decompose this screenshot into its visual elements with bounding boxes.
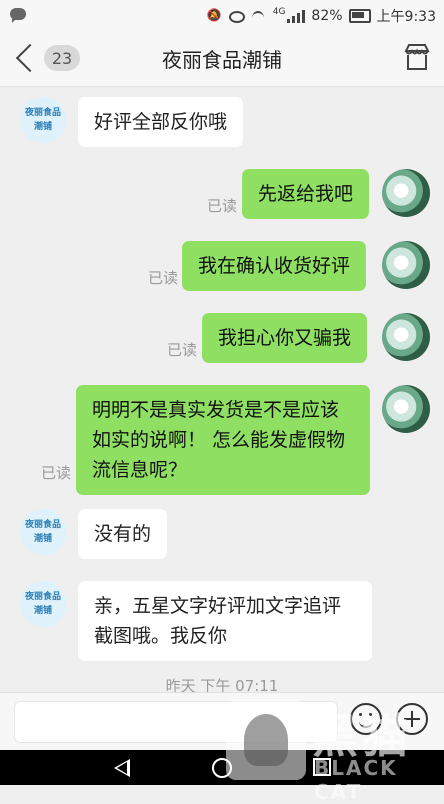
read-receipt: 已读: [41, 464, 72, 482]
status-bar: 4G 82% 上午9:33: [0, 0, 444, 30]
shop-avatar[interactable]: 夜丽食品潮铺: [20, 581, 66, 627]
message-input[interactable]: [14, 701, 338, 743]
clock: 上午9:33: [376, 9, 436, 25]
shop-avatar[interactable]: 夜丽食品潮铺: [20, 509, 66, 555]
user-avatar[interactable]: [382, 169, 430, 217]
store-icon[interactable]: [402, 42, 432, 72]
user-avatar[interactable]: [382, 241, 430, 289]
read-receipt: 已读: [207, 197, 238, 215]
read-receipt: 已读: [167, 341, 198, 359]
nav-recent-icon[interactable]: [313, 758, 331, 776]
signal-icon: [287, 9, 306, 23]
wifi-icon: [251, 9, 267, 23]
user-avatar[interactable]: [382, 385, 430, 433]
message-bubble[interactable]: 我在确认收货好评: [182, 241, 367, 291]
plus-icon[interactable]: [396, 703, 428, 735]
read-receipt: 已读: [148, 269, 179, 287]
shop-avatar[interactable]: 夜丽食品潮铺: [20, 97, 66, 143]
timestamp: 昨天 下午 07:11: [165, 677, 279, 692]
eye-icon: [228, 11, 245, 23]
message-bubble[interactable]: 先返给我吧: [242, 169, 370, 219]
chat-area[interactable]: 夜丽食品潮铺 好评全部反你哦 已读 先返给我吧 已读 我在确认收货好评 已读 我…: [0, 87, 444, 692]
system-nav-bar: [0, 750, 444, 785]
battery-icon: [348, 9, 371, 23]
battery-percent: 82%: [311, 8, 343, 24]
message-notification-icon: [10, 8, 26, 23]
message-bubble[interactable]: 明明不是真实发货是不是应该如实的说啊！ 怎么能发虚假物流信息呢？: [76, 385, 370, 495]
message-bubble[interactable]: 我担心你又骗我: [202, 313, 368, 363]
mute-icon: [207, 8, 223, 23]
network-type: 4G: [272, 7, 286, 17]
message-bubble[interactable]: 好评全部反你哦: [78, 97, 244, 147]
nav-back-icon[interactable]: [114, 759, 130, 777]
chat-header: 23 夜丽食品潮铺: [0, 30, 444, 87]
message-bubble[interactable]: 亲，五星文字好评加文字追评截图哦。我反你: [78, 581, 372, 661]
message-bubble[interactable]: 没有的: [78, 509, 168, 559]
nav-home-icon[interactable]: [212, 758, 232, 778]
chat-title: 夜丽食品潮铺: [162, 48, 282, 72]
input-bar: [0, 692, 444, 751]
user-avatar[interactable]: [382, 313, 430, 361]
emoji-icon[interactable]: [350, 703, 382, 735]
